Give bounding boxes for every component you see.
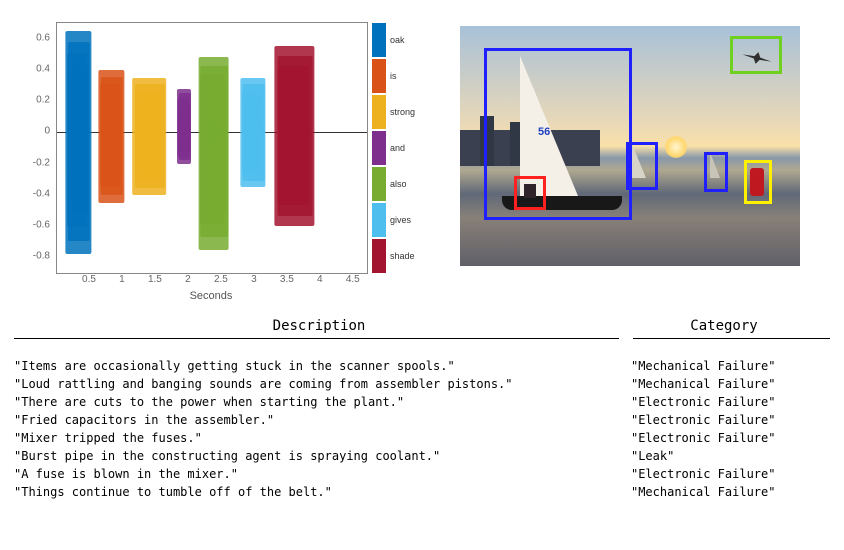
cell-category: "Mechanical Failure" [631,483,830,501]
cell-category: "Electronic Failure" [631,411,830,429]
ytick-label: 0 [20,126,50,137]
table-row: "Mixer tripped the fuses.""Electronic Fa… [14,429,830,447]
legend-label: also [390,179,407,189]
legend-label: and [390,143,405,153]
ytick-label: 0.6 [20,32,50,43]
cell-description: "Mixer tripped the fuses." [14,429,631,447]
waveform-chart: -0.8 -0.6 -0.4 -0.2 0 0.2 0.4 0.6 0.5 1 1.5 2 2.5 3 3… [20,18,420,308]
cell-description: "There are cuts to the power when starti… [14,393,631,411]
table-row: "Fried capacitors in the assembler.""Ele… [14,411,830,429]
legend-swatch [372,203,386,237]
legend-entry-gives: gives [372,202,432,238]
classification-table: Description Category "Items are occasion… [14,318,830,501]
cell-category: "Mechanical Failure" [631,375,830,393]
legend-entry-shade: shade [372,238,432,274]
legend-label: shade [390,251,415,261]
ytick-label: 0.4 [20,63,50,74]
cell-description: "Items are occasionally getting stuck in… [14,357,631,375]
ytick-label: -0.2 [20,157,50,168]
ytick-label: -0.4 [20,188,50,199]
table-row: "Burst pipe in the constructing agent is… [14,447,830,465]
x-axis-label: Seconds [56,290,366,302]
cell-description: "Loud rattling and banging sounds are co… [14,375,631,393]
legend-swatch [372,167,386,201]
legend-swatch [372,59,386,93]
ytick-label: -0.6 [20,220,50,231]
legend-entry-also: also [372,166,432,202]
plot-area [56,22,368,274]
xtick-label: 4 [317,274,323,285]
ytick-label: 0.2 [20,95,50,106]
bbox-sailboat-small [626,142,658,190]
cell-category: "Electronic Failure" [631,429,830,447]
xtick-label: 1.5 [148,274,162,285]
legend-swatch [372,95,386,129]
legend-label: is [390,71,397,81]
table-row: "A fuse is blown in the mixer.""Electron… [14,465,830,483]
bbox-person [514,176,546,210]
header-description: Description [14,318,624,338]
bbox-sailboat-far [704,152,728,192]
xtick-label: 3 [251,274,257,285]
detection-image: 56 [460,26,800,266]
xtick-label: 3.5 [280,274,294,285]
sun [665,136,687,158]
legend-swatch [372,131,386,165]
legend-swatch [372,239,386,273]
cell-description: "Things continue to tumble off of the be… [14,483,631,501]
xtick-label: 4.5 [346,274,360,285]
legend-entry-and: and [372,130,432,166]
bbox-airplane [730,36,782,74]
cell-description: "A fuse is blown in the mixer." [14,465,631,483]
cell-category: "Electronic Failure" [631,393,830,411]
xtick-label: 2.5 [214,274,228,285]
xtick-label: 1 [119,274,125,285]
bbox-buoy [744,160,772,204]
ytick-label: -0.8 [20,251,50,262]
table-row: "There are cuts to the power when starti… [14,393,830,411]
table-row: "Loud rattling and banging sounds are co… [14,375,830,393]
legend-label: strong [390,107,415,117]
chart-legend: oak is strong and also gives shade [372,22,432,274]
cell-description: "Fried capacitors in the assembler." [14,411,631,429]
table-row: "Items are occasionally getting stuck in… [14,357,830,375]
legend-swatch [372,23,386,57]
cell-category: "Leak" [631,447,830,465]
legend-entry-is: is [372,58,432,94]
legend-label: gives [390,215,411,225]
bbox-sailboat-main [484,48,632,220]
legend-entry-oak: oak [372,22,432,58]
cell-category: "Mechanical Failure" [631,357,830,375]
legend-entry-strong: strong [372,94,432,130]
header-category: Category [624,318,824,338]
table-row: "Things continue to tumble off of the be… [14,483,830,501]
cell-category: "Electronic Failure" [631,465,830,483]
cell-description: "Burst pipe in the constructing agent is… [14,447,631,465]
xtick-label: 0.5 [82,274,96,285]
xtick-label: 2 [185,274,191,285]
legend-label: oak [390,35,405,45]
